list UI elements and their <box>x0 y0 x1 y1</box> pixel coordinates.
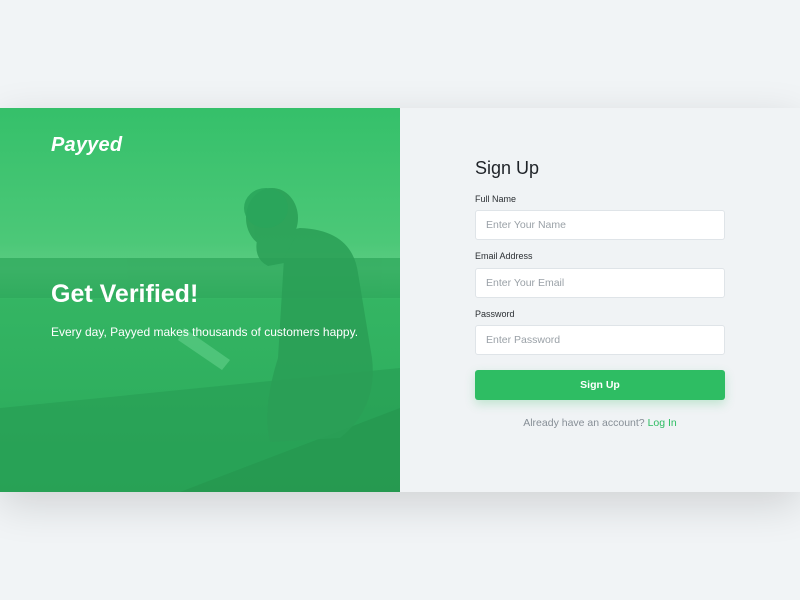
sign-up-button[interactable]: Sign Up <box>475 370 725 400</box>
brand-logo[interactable]: Payyed <box>51 134 122 157</box>
password-label: Password <box>475 309 515 319</box>
signup-card: Payyed Get Verified! Every day, Payyed m… <box>0 108 800 492</box>
email-input[interactable] <box>475 268 725 298</box>
hero-panel: Payyed Get Verified! Every day, Payyed m… <box>0 108 400 492</box>
hero-title: Get Verified! <box>51 280 199 308</box>
form-title: Sign Up <box>475 158 540 178</box>
signup-form-panel: Sign Up Full Name Email Address Password… <box>400 108 800 492</box>
log-in-link[interactable]: Log In <box>648 417 677 429</box>
full-name-input[interactable] <box>475 210 725 240</box>
email-label: Email Address <box>475 251 533 261</box>
full-name-label: Full Name <box>475 194 517 204</box>
login-prompt-text: Already have an account? <box>523 417 645 429</box>
login-prompt-line: Already have an account? Log In <box>475 417 725 429</box>
password-input[interactable] <box>475 325 725 355</box>
hero-subtitle: Every day, Payyed makes thousands of cus… <box>51 325 359 339</box>
